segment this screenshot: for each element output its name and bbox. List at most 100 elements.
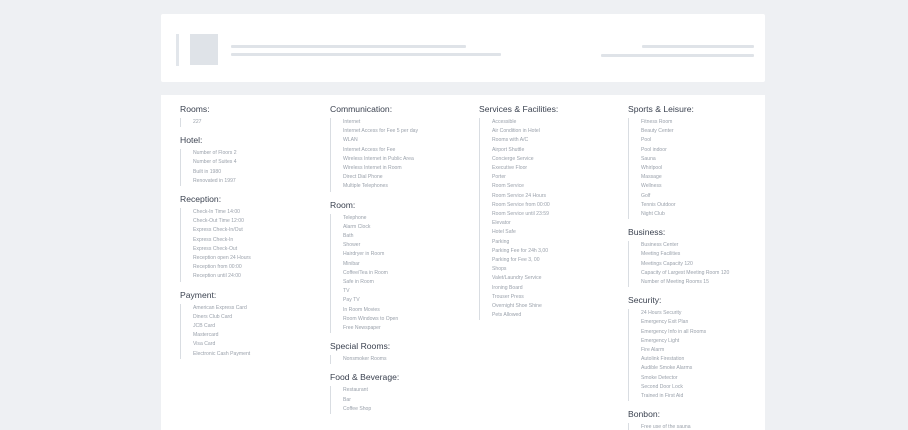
list-item: Executive Floor: [492, 165, 528, 172]
list-item: Room Service until 23:59: [492, 211, 549, 218]
section-title: Special Rooms:: [330, 341, 391, 352]
list-item: Internet: [343, 119, 361, 125]
facilities-column-2: Communication: Internet Internet Access fo…: [330, 103, 480, 421]
list-item: Free use of the sauna: [641, 424, 691, 430]
list-item: Coffee Shop: [343, 405, 372, 412]
list-item: Diners Club Card: [193, 313, 233, 320]
hotel-name-skeleton: [231, 45, 466, 48]
list-item: Express Check-Out: [193, 245, 238, 252]
list-item: Nonsmoker Rooms: [343, 356, 387, 363]
list-item: Number of Meeting Rooms 15: [641, 279, 709, 286]
list-item: Electronic Cash Payment: [193, 350, 251, 357]
list-item: Room Service: [492, 183, 524, 190]
list-item: Number of Floors 2: [193, 150, 237, 157]
section-title: Sports & Leisure:: [628, 104, 694, 114]
list-item: Shower: [343, 242, 361, 249]
section-list: Check-In Time 14:00 Check-Out Time 12:00 E…: [180, 208, 330, 282]
section-list: Business Center Meeting Facilities Meeting…: [628, 241, 765, 288]
list-item: Sauna: [641, 155, 656, 162]
list-item: Airport Shuttle: [492, 146, 525, 153]
list-item: Hairdryer in Room: [343, 251, 385, 258]
list-item: Bar: [343, 396, 351, 403]
list-item: Check-In Time 14:00: [193, 209, 240, 216]
list-item: Business Center: [641, 242, 679, 249]
list-item: Concierge Service: [492, 155, 534, 162]
section-title: Payment:: [180, 289, 217, 300]
list-item: Fitness Room: [641, 119, 673, 125]
list-item: Reception from 00:00: [193, 264, 242, 271]
list-item: JCB Card: [193, 323, 216, 330]
list-item: Emergency Exit Plan: [641, 319, 689, 326]
list-item: Smoke Detector: [641, 374, 678, 381]
list-item: Parking Fee for 24h 3,00: [492, 247, 549, 254]
list-item: Pool: [641, 137, 652, 144]
list-item: Wireless Internet in Room: [343, 165, 402, 172]
list-item: Elevator: [492, 220, 511, 227]
list-item: Renovated in 1997: [193, 177, 236, 184]
list-item: Reception until 24:00: [193, 273, 241, 280]
hotel-facilities-card: Rooms: 227 Hotel: Number of Floors 2 Number …: [161, 95, 765, 430]
list-item: Audible Smoke Alarms: [641, 365, 693, 372]
list-item: Overnight Shoe Shine: [492, 303, 542, 310]
list-item: Second Door Lock: [641, 383, 683, 390]
section-list: American Express Card Diners Club Card JCB…: [180, 303, 330, 359]
section-title: Rooms:: [180, 104, 210, 114]
list-item: Visa Card: [193, 341, 216, 348]
list-item: Valet/Laundry Service: [492, 275, 542, 282]
section-title: Reception:: [180, 194, 222, 205]
list-item: 24 Hours Security: [641, 310, 682, 317]
section-list: Accessible Air Condition in Hotel Rooms wi…: [479, 118, 629, 321]
hotel-address-skeleton: [231, 53, 501, 56]
list-item: Bath: [343, 233, 354, 240]
section-title: Business:: [628, 227, 666, 238]
list-item: Meeting Facilities: [641, 251, 681, 258]
list-item: Fire Alarm: [641, 347, 665, 354]
section-list: 227: [180, 118, 330, 128]
header-accent-bar: [176, 34, 179, 66]
list-item: Built in 1980: [193, 168, 222, 175]
list-item: Air Condition in Hotel: [492, 128, 540, 135]
section-list: Internet Internet Access for Fee 5 per da…: [330, 118, 480, 192]
list-item: Restaurant: [343, 387, 368, 394]
list-item: Trained in First Aid: [641, 393, 684, 400]
hotel-rating-skeleton: [642, 45, 754, 48]
section-title: Bonbon:: [628, 409, 661, 420]
list-item: Direct Dial Phone: [343, 174, 383, 181]
list-item: Internet Access for Fee 5 per day: [343, 128, 419, 135]
section-title: Food & Beverage:: [330, 372, 400, 383]
list-item: Capacity of Largest Meeting Room 120: [641, 269, 730, 276]
list-item: Free Newspaper: [343, 325, 381, 332]
list-item: Golf: [641, 192, 651, 199]
list-item: Tennis Outdoor: [641, 201, 676, 208]
list-item: Accessible: [492, 119, 517, 125]
list-item: In Room Movies: [343, 306, 380, 313]
list-item: Pool indoor: [641, 146, 667, 153]
list-item: Safe in Room: [343, 279, 374, 286]
list-item: Emergency Light: [641, 337, 680, 344]
list-item: Pay TV: [343, 297, 360, 304]
hotel-header-card: [161, 14, 765, 82]
list-item: Emergency Info in all Rooms: [641, 328, 707, 335]
list-item: Parking for Fee 3, 00: [492, 257, 540, 264]
list-item: Autolink Firestation: [641, 356, 685, 363]
section-title: Communication:: [330, 104, 393, 114]
list-item: Reception open 24 Hours: [193, 255, 251, 262]
list-item: Number of Suites 4: [193, 159, 237, 166]
list-item: Room Windows to Open: [343, 315, 399, 322]
list-item: Internet Access for Fee: [343, 146, 396, 153]
list-item: Mastercard: [193, 332, 219, 339]
list-item: Check-Out Time 12:00: [193, 218, 244, 225]
facilities-column-3: Services & Facilities: Accessible Air Cond…: [479, 103, 629, 327]
list-item: Express Check-In: [193, 236, 234, 243]
section-list: Restaurant Bar Coffee Shop: [330, 386, 480, 415]
list-item: Minibar: [343, 260, 360, 267]
list-item: Night Club: [641, 211, 665, 218]
list-item: Wireless Internet in Public Area: [343, 155, 414, 162]
facilities-column-1: Rooms: 227 Hotel: Number of Floors 2 Number …: [180, 103, 330, 366]
hotel-price-skeleton: [601, 54, 754, 57]
list-item: Trouser Press: [492, 293, 524, 300]
list-item: 227: [193, 119, 202, 125]
list-item: Coffee/Tea in Room: [343, 269, 388, 276]
list-item: Rooms with A/C: [492, 137, 529, 144]
section-list: Telephone Alarm Clock Bath Shower Hairdryer …: [330, 213, 480, 334]
